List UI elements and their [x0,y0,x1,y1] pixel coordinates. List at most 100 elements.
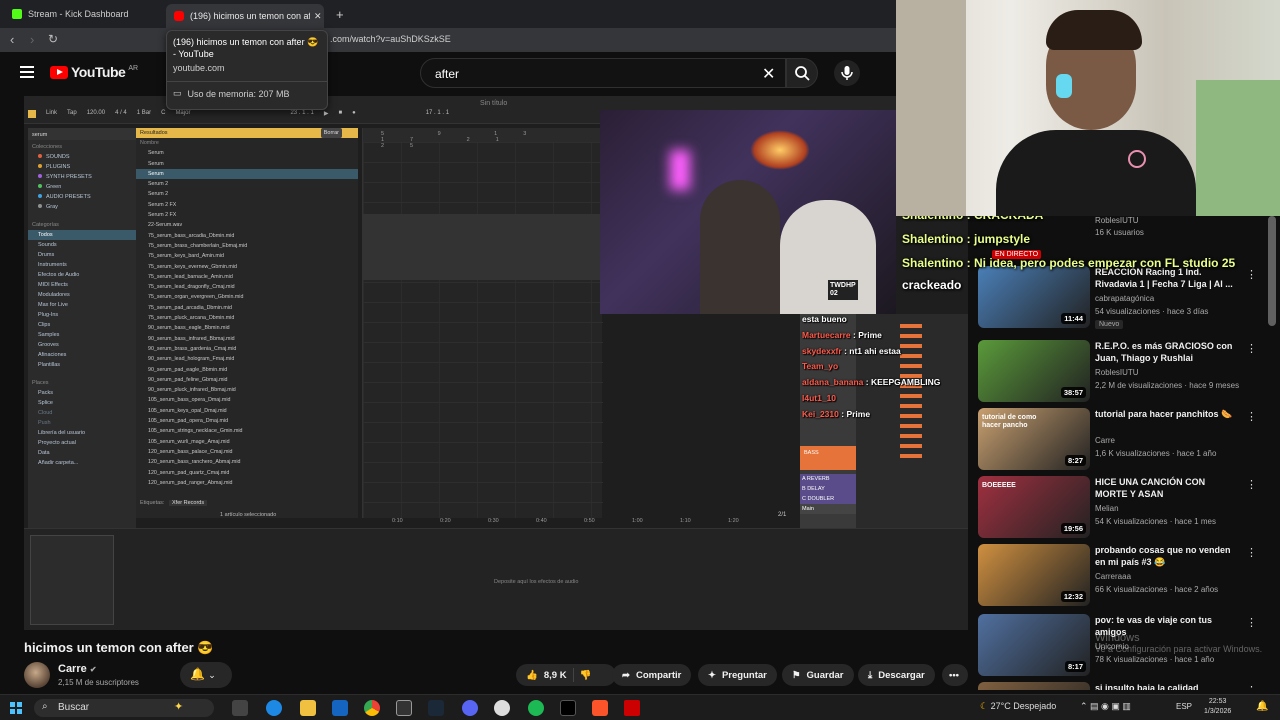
video-thumbnail[interactable]: 12:32 [978,544,1090,606]
url-field[interactable]: .com/watch?v=auShDKSzkSE [330,34,451,44]
result-item[interactable]: 90_serum_bass_infrared_Bbmaj.mid [136,334,358,344]
tray-icons[interactable]: ⌃ ▤ ◉ ▣ ▥ [1080,701,1131,712]
notifications-button[interactable]: 🔔 ⌄ [180,662,232,688]
key-scale[interactable]: Major [175,110,190,118]
track-reverb[interactable]: A REVERB [800,474,856,484]
video-title[interactable]: HICE UNA CANCIÓN CON MORTE Y ASAN [1095,476,1240,500]
result-item[interactable]: 90_serum_lead_hologram_Fmaj.mid [136,354,358,364]
capcut-icon[interactable] [396,700,412,716]
place-item[interactable]: Push [28,418,136,428]
result-item[interactable]: 105_serum_keys_opal_Dmaj.mid [136,406,358,416]
result-item[interactable]: Serum 2 FX [136,200,358,210]
result-item[interactable]: 75_serum_pluck_arcana_Dbmin.mid [136,313,358,323]
play-icon[interactable]: ▶ [324,110,329,118]
result-item[interactable]: 105_serum_wurli_mage_Amaj.mid [136,437,358,447]
tab-youtube[interactable]: (196) hicimos un temon con afte ✕ [166,4,324,28]
collection-item[interactable]: SYNTH PRESETS [28,172,136,182]
device-slot[interactable] [30,535,114,625]
store-icon[interactable] [332,700,348,716]
video-player[interactable]: Sin título Link Tap 120.00 4 / 4 1 Bar C… [24,96,968,630]
voice-search-button[interactable] [834,60,860,86]
collection-item[interactable]: Gray [28,202,136,212]
record-icon[interactable]: ● [352,110,356,118]
arrangement-view[interactable]: 5 9 13 17 21 25 [362,128,603,518]
video-title[interactable]: si insulto baja la calidad [1095,682,1240,690]
place-item[interactable]: Añadir carpeta... [28,458,136,468]
task-view-icon[interactable] [232,700,248,716]
quantize-menu[interactable]: 1 Bar [137,110,151,118]
youtube-logo[interactable]: YouTube AR [50,64,138,80]
category-item[interactable]: Todos [28,230,136,240]
collection-item[interactable]: SOUNDS [28,152,136,162]
clock[interactable]: 22:53 1/3/2026 [1204,697,1231,717]
chrome-icon[interactable] [364,700,380,716]
edge-icon[interactable] [266,700,282,716]
result-item[interactable]: Serum 2 FX [136,210,358,220]
place-item[interactable]: Librería del usuario [28,428,136,438]
video-channel[interactable]: RoblesIUTU [1095,368,1139,377]
ask-button[interactable]: ✦ Preguntar [698,664,777,686]
sidebar-scrollbar[interactable] [1268,216,1276,326]
category-item[interactable]: MIDI Effects [28,280,136,290]
windows-start-icon[interactable] [10,702,22,714]
loop-position[interactable]: 17 . 1 . 1 [426,110,449,118]
category-item[interactable]: Max for Live [28,300,136,310]
track-delay[interactable]: B DELAY [800,484,856,494]
track-doubler[interactable]: C DOUBLER [800,494,856,504]
back-icon[interactable]: ‹ [10,32,14,47]
reload-icon[interactable]: ↻ [48,32,58,46]
key-root[interactable]: C [161,110,165,118]
more-options-icon[interactable]: ⋮ [1246,684,1257,690]
result-item[interactable]: 22-Serum.wav [136,220,358,230]
collection-item[interactable]: Green [28,182,136,192]
place-item[interactable]: Splice [28,398,136,408]
language-indicator[interactable]: ESP [1176,702,1192,711]
result-item[interactable]: Serum 2 [136,179,358,189]
video-channel[interactable]: Carreraaa [1095,572,1131,581]
result-item[interactable]: 90_serum_bass_eagle_Bbmin.mid [136,323,358,333]
result-item[interactable]: 90_serum_pluck_infrared_Bbmaj.mid [136,385,358,395]
tag-chip[interactable]: Xfer Records [169,500,208,506]
category-item[interactable]: Moduladores [28,290,136,300]
forward-icon[interactable]: › [30,32,34,47]
recommended-video[interactable]: 38:57 R.E.P.O. es más GRACIOSO con Juan, … [978,340,1268,410]
video-channel[interactable]: Melian [1095,504,1119,513]
result-item[interactable]: 120_serum_pad_quartz_Cmaj.mid [136,468,358,478]
category-item[interactable]: Grooves [28,340,136,350]
video-thumbnail[interactable] [978,682,1090,690]
result-item[interactable]: Serum [136,168,358,180]
tap-button[interactable]: Tap [67,110,77,118]
more-options-icon[interactable]: ⋮ [1246,268,1257,281]
result-item[interactable]: 90_serum_pad_feline_Gbmaj.mid [136,375,358,385]
tab-kick-dashboard[interactable]: Stream - Kick Dashboard [4,4,164,24]
clear-search-icon[interactable]: ✕ [762,64,775,84]
category-item[interactable]: Instruments [28,260,136,270]
share-button[interactable]: ➦ Compartir [612,664,692,686]
category-item[interactable]: Efectos de Audio [28,270,136,280]
more-options-icon[interactable]: ⋮ [1246,546,1257,559]
track-main[interactable]: Main [800,504,856,514]
place-item[interactable]: Data [28,448,136,458]
place-item[interactable]: Packs [28,388,136,398]
result-item[interactable]: 75_serum_organ_evergreen_Gbmin.mid [136,292,358,302]
tiktok-icon[interactable] [560,700,576,716]
more-options-icon[interactable]: ⋮ [1246,342,1257,355]
channel-avatar[interactable] [24,662,50,688]
collection-item[interactable]: PLUGINS [28,162,136,172]
category-item[interactable]: Drums [28,250,136,260]
weather-widget[interactable]: ☾ 27°C Despejado [980,701,1056,712]
search-button[interactable] [786,58,818,88]
file-explorer-icon[interactable] [300,700,316,716]
video-channel[interactable]: cabrapatagónica [1095,294,1154,303]
result-item[interactable]: 120_serum_pad_ranger_Abmaj.mid [136,478,358,488]
result-item[interactable]: 105_serum_strings_necklace_Gmin.mid [136,426,358,436]
video-thumbnail[interactable]: 11:44 [978,266,1090,328]
steam-icon[interactable] [428,700,444,716]
place-item[interactable]: Cloud [28,408,136,418]
result-item[interactable]: 105_serum_pad_opera_Dmaj.mid [136,416,358,426]
song-position[interactable]: 23 . 1 . 1 [290,110,313,118]
recommended-video[interactable]: 12:32 probando cosas que no venden en mi … [978,544,1268,614]
result-item[interactable]: 75_serum_keys_evernew_Gbmin.mid [136,262,358,272]
result-item[interactable]: Serum 2 [136,189,358,199]
category-item[interactable]: Samples [28,330,136,340]
